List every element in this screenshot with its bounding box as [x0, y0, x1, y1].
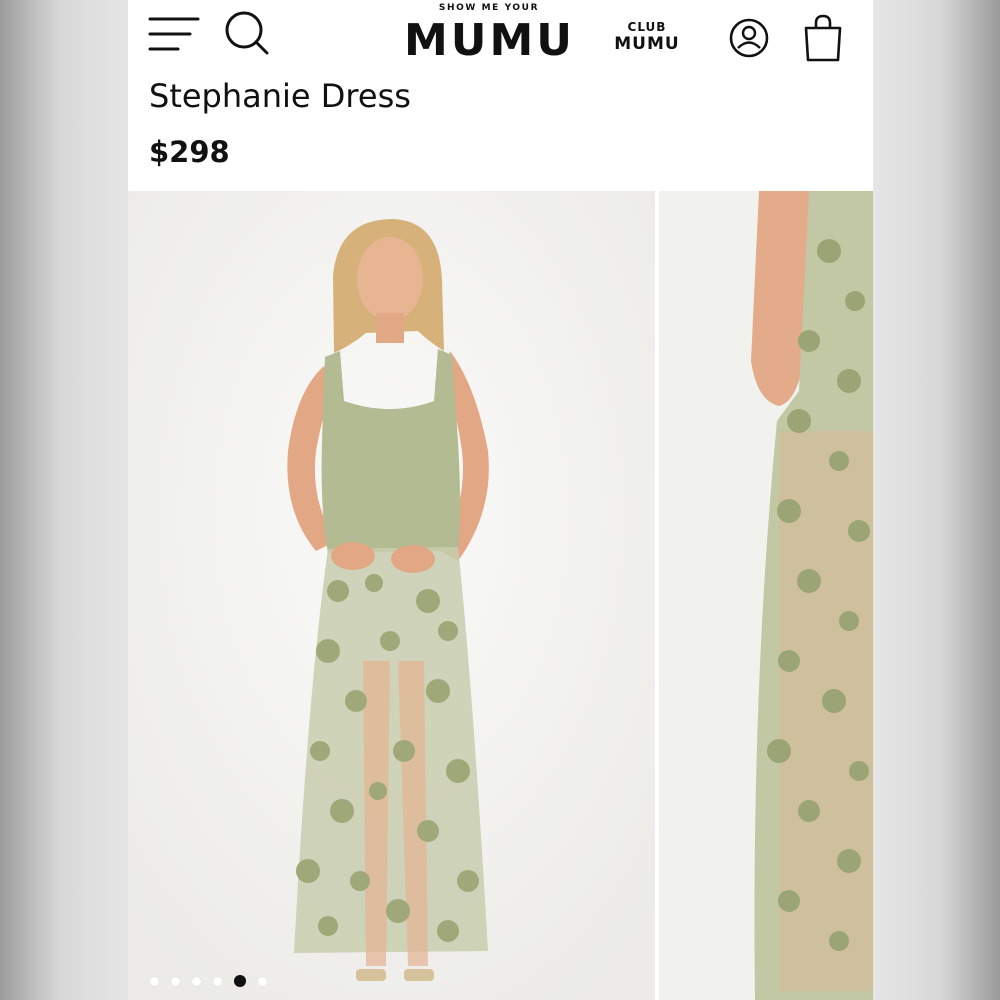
product-image-detail[interactable]	[659, 191, 873, 1000]
product-image-gallery[interactable]	[128, 191, 873, 1000]
product-price: $298	[149, 135, 230, 169]
club-mumu-link[interactable]: CLUB MUMU	[612, 20, 682, 54]
club-label: CLUB	[627, 20, 667, 34]
account-icon[interactable]	[728, 17, 770, 59]
carousel-indicator[interactable]	[150, 974, 279, 988]
site-header: SHOW ME YOUR MUMU CLUB MUMU	[128, 0, 873, 78]
brand-logo[interactable]: SHOW ME YOUR MUMU	[404, 2, 574, 66]
club-name: MUMU	[614, 34, 680, 54]
carousel-dot[interactable]	[171, 976, 180, 986]
carousel-dot[interactable]	[150, 976, 159, 986]
brand-name: MUMU	[404, 15, 576, 66]
search-icon[interactable]	[224, 10, 272, 58]
carousel-dot[interactable]	[192, 976, 201, 986]
shopping-bag-icon[interactable]	[802, 14, 844, 62]
phone-screen: SHOW ME YOUR MUMU CLUB MUMU Stephanie Dr…	[128, 0, 873, 1000]
menu-icon[interactable]	[148, 14, 200, 56]
carousel-dot-active[interactable]	[234, 975, 246, 987]
brand-tagline: SHOW ME YOUR	[438, 3, 540, 13]
carousel-dot[interactable]	[258, 976, 267, 986]
product-image-front[interactable]	[128, 191, 655, 1000]
product-title: Stephanie Dress	[149, 78, 411, 115]
carousel-dot[interactable]	[213, 976, 222, 986]
product-info: Stephanie Dress $298	[128, 78, 873, 191]
